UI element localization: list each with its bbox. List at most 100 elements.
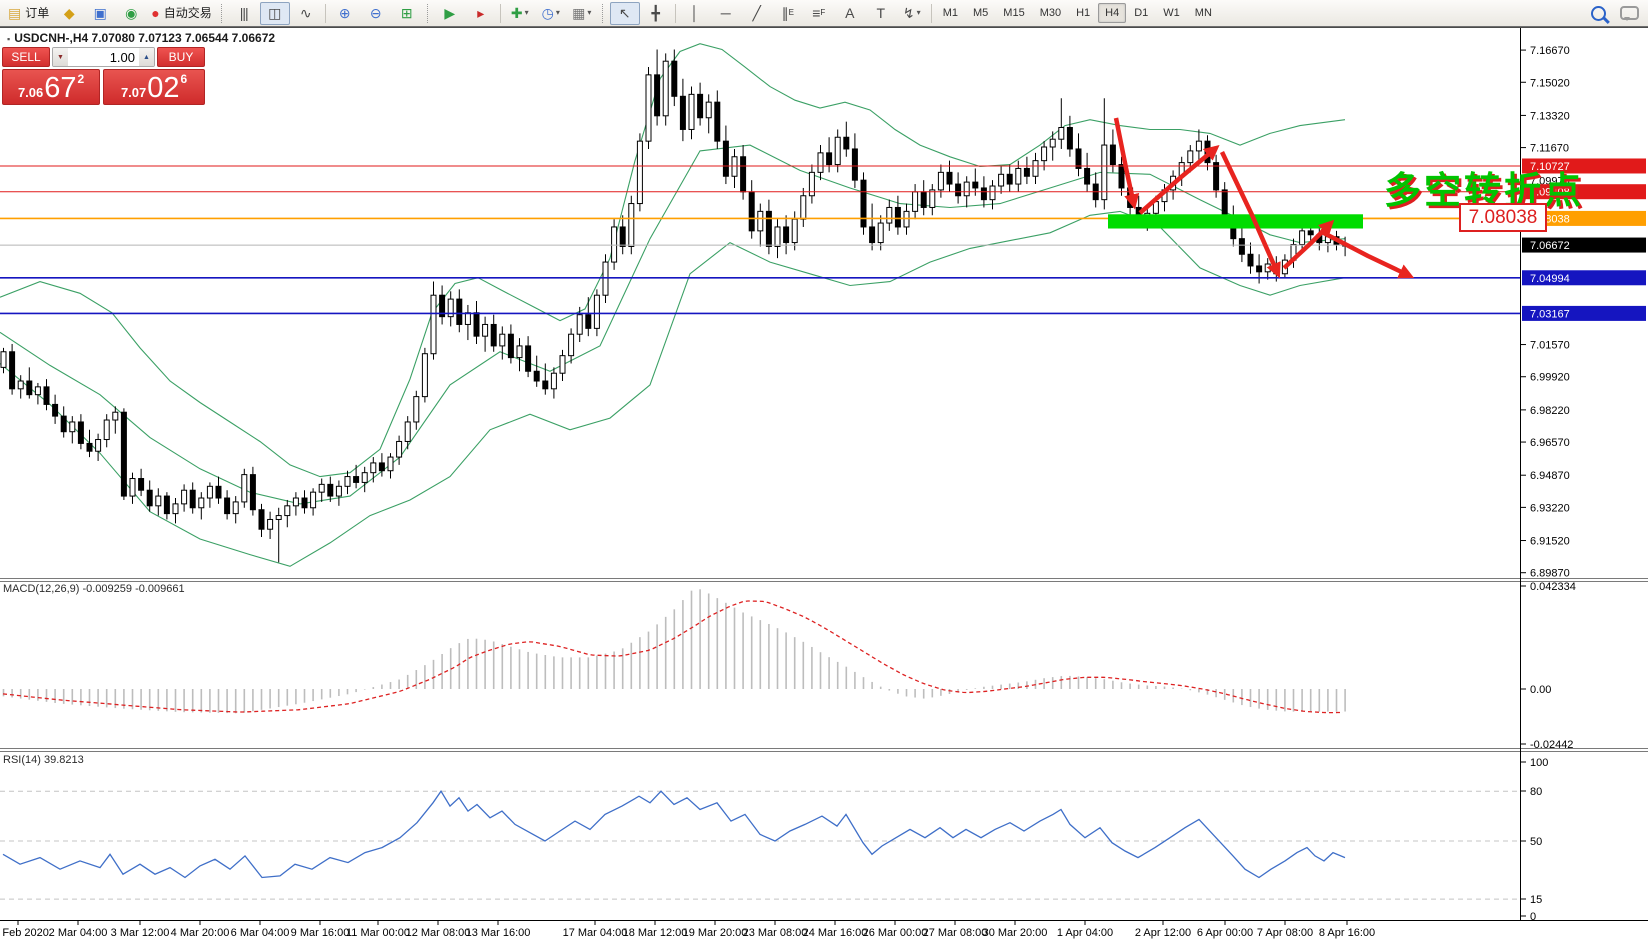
svg-text:50: 50	[1530, 836, 1542, 848]
gold-icon[interactable]: ◆	[54, 2, 84, 25]
time-label: 3 Mar 12:00	[111, 927, 170, 939]
svg-text:0: 0	[1530, 911, 1536, 923]
signal-icon[interactable]: ◉	[116, 2, 146, 25]
candlestick-chart-icon[interactable]: ◫	[260, 2, 290, 25]
time-label: 12 Mar 08:00	[406, 927, 471, 939]
bar-chart-icon[interactable]: |||	[229, 2, 259, 25]
time-label: 18 Mar 12:00	[623, 927, 688, 939]
timeframe-m30[interactable]: M30	[1033, 3, 1068, 23]
macd-signal-line	[3, 601, 1343, 713]
toolbar-separator	[221, 4, 224, 23]
search-icon[interactable]	[1583, 2, 1613, 25]
time-label: 6 Apr 00:00	[1197, 927, 1253, 939]
time-label: 6 Mar 04:00	[231, 927, 290, 939]
svg-text:7.01570: 7.01570	[1530, 340, 1570, 352]
tile-windows-icon[interactable]: ⊞	[392, 2, 422, 25]
buy-price-pip: 6	[181, 72, 188, 86]
svg-text:6.94870: 6.94870	[1530, 470, 1570, 482]
svg-text:6.96570: 6.96570	[1530, 437, 1570, 449]
svg-text:6.98220: 6.98220	[1530, 405, 1570, 417]
bollinger-upper	[0, 44, 1345, 477]
chevron-down-icon[interactable]: ▾	[525, 9, 529, 17]
svg-text:7.06672: 7.06672	[1530, 240, 1570, 252]
time-label: 13 Mar 16:00	[466, 927, 531, 939]
time-label: 2 Apr 12:00	[1135, 927, 1191, 939]
toolbar-separator	[931, 4, 932, 23]
timeframe-h4[interactable]: H4	[1098, 3, 1126, 23]
indicators-icon[interactable]: ✚▾	[505, 2, 535, 25]
time-label: 2 Mar 04:00	[49, 927, 108, 939]
buy-button[interactable]: BUY	[157, 47, 205, 67]
templates-icon[interactable]: ▦▾	[567, 2, 597, 25]
line-chart-icon[interactable]: ∿	[291, 2, 321, 25]
rsi-line	[3, 791, 1345, 877]
svg-text:6.89870: 6.89870	[1530, 568, 1570, 580]
text-icon[interactable]: A	[835, 2, 865, 25]
time-label: 7 Apr 08:00	[1257, 927, 1313, 939]
buy-price-big: 02	[147, 73, 179, 103]
toolbar-separator	[427, 4, 430, 23]
chart-window-icon: ▪	[7, 34, 10, 44]
time-label: 26 Mar 00:00	[863, 927, 928, 939]
chevron-down-icon[interactable]: ▾	[587, 9, 591, 17]
svg-text:6.93220: 6.93220	[1530, 502, 1570, 514]
chat-icon[interactable]	[1614, 2, 1644, 25]
sell-price-big: 67	[44, 73, 76, 103]
chevron-down-icon[interactable]: ▾	[917, 9, 921, 17]
time-label: 1 Apr 04:00	[1057, 927, 1113, 939]
svg-text:7.13320: 7.13320	[1530, 110, 1570, 122]
time-label: 30 Mar 20:00	[983, 927, 1048, 939]
sell-price-pip: 2	[78, 72, 85, 86]
text-label-icon[interactable]: T	[866, 2, 896, 25]
terminal-icon[interactable]: ▣	[85, 2, 115, 25]
chart-canvas[interactable]: 7.166707.150207.133207.116707.099707.015…	[0, 0, 1648, 949]
timeframe-m5[interactable]: M5	[966, 3, 995, 23]
zoom-in-icon[interactable]: ⊕	[330, 2, 360, 25]
svg-text:6.99920: 6.99920	[1530, 372, 1570, 384]
zoom-out-icon[interactable]: ⊖	[361, 2, 391, 25]
crosshair-icon[interactable]: ╋	[641, 2, 671, 25]
timeframe-mn[interactable]: MN	[1188, 3, 1219, 23]
chevron-down-icon[interactable]: ▾	[556, 9, 560, 17]
fibonacci-icon[interactable]: ≡F	[804, 2, 834, 25]
volume-stepper: ▼ ▲	[52, 47, 155, 67]
svg-text:0.042334: 0.042334	[1530, 581, 1576, 593]
timeframe-m15[interactable]: M15	[996, 3, 1031, 23]
rsi-pane-label: RSI(14) 39.8213	[3, 754, 84, 766]
time-label: 9 Mar 16:00	[291, 927, 350, 939]
horizontal-line-icon[interactable]: ─	[711, 2, 741, 25]
macd-pane-label: MACD(12,26,9) -0.009259 -0.009661	[3, 583, 185, 595]
buy-price-box[interactable]: 7.07 02 6	[103, 69, 205, 105]
timeframe-m1[interactable]: M1	[936, 3, 965, 23]
time-label: 19 Mar 20:00	[683, 927, 748, 939]
vertical-line-icon[interactable]: │	[680, 2, 710, 25]
new-order-button[interactable]: ▤订单	[4, 2, 53, 25]
timeframe-w1[interactable]: W1	[1156, 3, 1187, 23]
svg-text:80: 80	[1530, 786, 1542, 798]
chart-shift-icon[interactable]: ▸	[466, 2, 496, 25]
arrows-icon[interactable]: ↯▾	[897, 2, 927, 25]
sell-price-box[interactable]: 7.06 67 2	[2, 69, 100, 105]
svg-text:0.00: 0.00	[1530, 684, 1551, 696]
toolbar: ▤订单◆▣◉●自动交易 |||◫∿ ⊕⊖⊞ ▶▸ ✚▾◷▾▦▾ ↖╋ │─╱∥E≡FAT↯▾…	[0, 0, 1648, 27]
autotrading-button[interactable]: ●自动交易	[147, 2, 215, 25]
trend-arrow-5[interactable]	[1320, 231, 1410, 276]
timeframe-h1[interactable]: H1	[1069, 3, 1097, 23]
trend-arrow-2[interactable]	[1140, 148, 1216, 213]
periods-icon[interactable]: ◷▾	[536, 2, 566, 25]
sell-button[interactable]: SELL	[2, 47, 50, 67]
toolbar-separator	[602, 4, 605, 23]
auto-scroll-icon[interactable]: ▶	[435, 2, 465, 25]
svg-text:-0.02442: -0.02442	[1530, 739, 1573, 751]
price-callout-label: 7.08038	[1459, 203, 1547, 232]
volume-down-button[interactable]: ▼	[53, 48, 68, 66]
sell-price-small: 7.06	[18, 85, 43, 100]
cursor-icon[interactable]: ↖	[610, 2, 640, 25]
time-label: 17 Mar 04:00	[563, 927, 628, 939]
channel-icon[interactable]: ∥E	[773, 2, 803, 25]
svg-text:7.11670: 7.11670	[1530, 143, 1569, 155]
volume-up-button[interactable]: ▲	[139, 48, 154, 66]
timeframe-d1[interactable]: D1	[1127, 3, 1155, 23]
trendline-icon[interactable]: ╱	[742, 2, 772, 25]
volume-input[interactable]	[68, 48, 139, 66]
